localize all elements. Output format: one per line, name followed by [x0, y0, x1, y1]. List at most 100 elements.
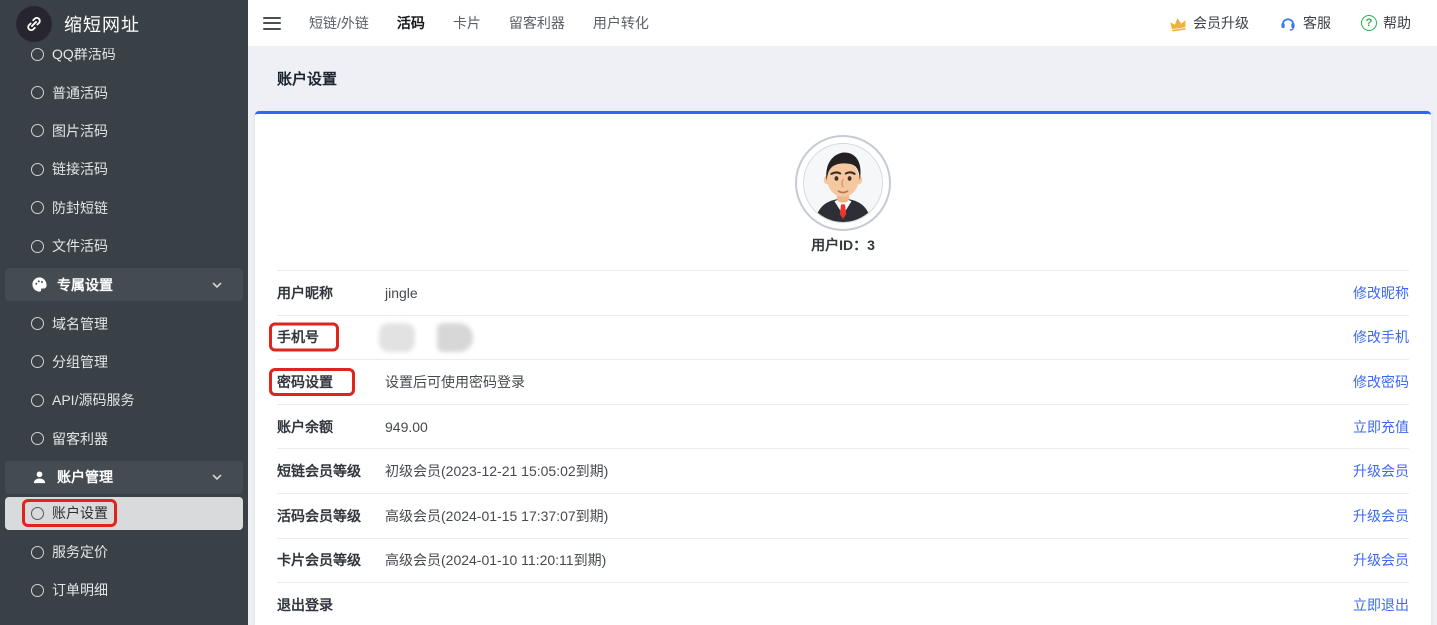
row-label: 活码会员等级: [277, 506, 385, 526]
sidebar-item-group-management[interactable]: 分组管理: [0, 343, 248, 381]
sidebar-group-custom-settings[interactable]: 专属设置: [5, 268, 243, 301]
row-balance: 账户余额 949.00 立即充值: [277, 405, 1409, 450]
app-title: 缩短网址: [64, 11, 140, 37]
settings-rows: 用户昵称 jingle 修改昵称 手机号 修改手机 密: [277, 270, 1409, 625]
sidebar-item-label: 图片活码: [52, 121, 108, 141]
circle-icon: [31, 317, 44, 330]
page-title: 账户设置: [277, 68, 337, 89]
password-hint: 设置后可使用密码登录: [385, 372, 1353, 392]
row-label: 手机号: [277, 327, 385, 347]
row-password: 密码设置 设置后可使用密码登录 修改密码: [277, 360, 1409, 405]
account-settings-card: 用户ID：3 用户昵称 jingle 修改昵称 手机号 修改手机: [255, 111, 1431, 625]
row-qrcode-member-level: 活码会员等级 高级会员(2024-01-15 17:37:07到期) 升级会员: [277, 494, 1409, 539]
sidebar-item-link-qrcode[interactable]: 链接活码: [0, 150, 248, 188]
recharge-link[interactable]: 立即充值: [1353, 417, 1409, 437]
edit-phone-link[interactable]: 修改手机: [1353, 327, 1409, 347]
row-label: 用户昵称: [277, 283, 385, 303]
circle-icon: [31, 201, 44, 214]
row-label: 卡片会员等级: [277, 550, 385, 570]
profile-block: 用户ID：3: [255, 135, 1431, 255]
row-shortlink-member-level: 短链会员等级 初级会员(2023-12-21 15:05:02到期) 升级会员: [277, 449, 1409, 494]
sidebar-item-keep-customer-tool[interactable]: 留客利器: [0, 420, 248, 458]
hamburger-icon[interactable]: [263, 17, 281, 30]
sidebar-item-anti-block-shortlink[interactable]: 防封短链: [0, 189, 248, 227]
avatar[interactable]: [795, 135, 891, 231]
sidebar-group-label: 账户管理: [57, 467, 113, 487]
phone-label: 手机号: [277, 329, 319, 345]
crown-icon: [1168, 13, 1188, 33]
sidebar-item-label: 防封短链: [52, 198, 108, 218]
customer-service-label: 客服: [1303, 13, 1331, 33]
sidebar-item-label: API/源码服务: [52, 390, 134, 410]
qrcode-level-value: 高级会员(2024-01-15 17:37:07到期): [385, 506, 1353, 526]
circle-icon: [31, 240, 44, 253]
circle-icon: [31, 507, 44, 520]
sidebar-group-label: 专属设置: [57, 275, 113, 295]
sidebar-item-label: 账户设置: [52, 503, 108, 523]
password-label: 密码设置: [277, 374, 333, 390]
circle-icon: [31, 355, 44, 368]
help-label: 帮助: [1383, 13, 1411, 33]
sidebar-item-file-qrcode[interactable]: 文件活码: [0, 227, 248, 265]
sidebar-group-account-management[interactable]: 账户管理: [5, 461, 243, 494]
circle-icon: [31, 394, 44, 407]
tab-card[interactable]: 卡片: [453, 13, 481, 33]
redaction-blob: [379, 323, 415, 352]
tab-shortlink[interactable]: 短链/外链: [309, 13, 369, 33]
sidebar-item-account-settings[interactable]: 账户设置: [5, 497, 243, 530]
sidebar: 缩短网址 QQ群活码 普通活码 图片活码 链接活码 防封短链: [0, 0, 248, 625]
row-label: 退出登录: [277, 595, 385, 615]
sidebar-item-order-details[interactable]: 订单明细: [0, 571, 248, 609]
row-label: 账户余额: [277, 417, 385, 437]
member-upgrade-button[interactable]: 会员升级: [1169, 13, 1249, 33]
avatar-image: [803, 143, 883, 223]
row-card-member-level: 卡片会员等级 高级会员(2024-01-10 11:20:11到期) 升级会员: [277, 539, 1409, 584]
customer-service-button[interactable]: 客服: [1279, 13, 1331, 33]
tab-qrcode[interactable]: 活码: [397, 13, 425, 33]
sidebar-item-label: 域名管理: [52, 314, 108, 334]
row-label: 密码设置: [277, 372, 385, 392]
sidebar-item-normal-qrcode[interactable]: 普通活码: [0, 73, 248, 111]
headset-icon: [1279, 14, 1297, 32]
question-icon: ?: [1361, 15, 1377, 31]
edit-password-link[interactable]: 修改密码: [1353, 372, 1409, 392]
row-phone: 手机号 修改手机: [277, 316, 1409, 361]
upgrade-member-link[interactable]: 升级会员: [1353, 550, 1409, 570]
sidebar-item-api-source-service[interactable]: API/源码服务: [0, 381, 248, 419]
help-button[interactable]: ? 帮助: [1361, 13, 1411, 33]
user-id-label: 用户ID：: [811, 237, 867, 253]
circle-icon: [31, 432, 44, 445]
sidebar-item-domain-management[interactable]: 域名管理: [0, 304, 248, 342]
user-icon: [31, 469, 48, 486]
sidebar-item-label: 文件活码: [52, 236, 108, 256]
member-upgrade-label: 会员升级: [1193, 13, 1249, 33]
row-logout: 退出登录 立即退出: [277, 583, 1409, 625]
circle-icon: [31, 86, 44, 99]
circle-icon: [31, 124, 44, 137]
logout-link[interactable]: 立即退出: [1353, 595, 1409, 615]
logo: 缩短网址: [0, 0, 248, 48]
top-tabs: 短链/外链 活码 卡片 留客利器 用户转化: [309, 13, 649, 33]
app-window: 缩短网址 QQ群活码 普通活码 图片活码 链接活码 防封短链: [0, 0, 1437, 625]
sidebar-menu: QQ群活码 普通活码 图片活码 链接活码 防封短链 文件活码: [0, 35, 248, 610]
chevron-down-icon: [211, 279, 223, 291]
circle-icon: [31, 584, 44, 597]
upgrade-member-link[interactable]: 升级会员: [1353, 461, 1409, 481]
row-label: 短链会员等级: [277, 461, 385, 481]
edit-nickname-link[interactable]: 修改昵称: [1353, 283, 1409, 303]
sidebar-item-label: 链接活码: [52, 159, 108, 179]
tab-keep-customer[interactable]: 留客利器: [509, 13, 565, 33]
sidebar-item-service-pricing[interactable]: 服务定价: [0, 533, 248, 571]
phone-value-redacted: [385, 323, 1353, 352]
card-level-value: 高级会员(2024-01-10 11:20:11到期): [385, 550, 1353, 570]
upgrade-member-link[interactable]: 升级会员: [1353, 506, 1409, 526]
row-nickname: 用户昵称 jingle 修改昵称: [277, 271, 1409, 316]
sidebar-item-image-qrcode[interactable]: 图片活码: [0, 112, 248, 150]
palette-icon: [31, 276, 48, 293]
tab-user-conversion[interactable]: 用户转化: [593, 13, 649, 33]
page-title-bar: 账户设置: [248, 46, 1437, 111]
sidebar-item-label: 服务定价: [52, 542, 108, 562]
topbar: 短链/外链 活码 卡片 留客利器 用户转化 会员升级: [248, 0, 1437, 46]
circle-icon: [31, 546, 44, 559]
sidebar-item-label: 订单明细: [52, 580, 108, 600]
